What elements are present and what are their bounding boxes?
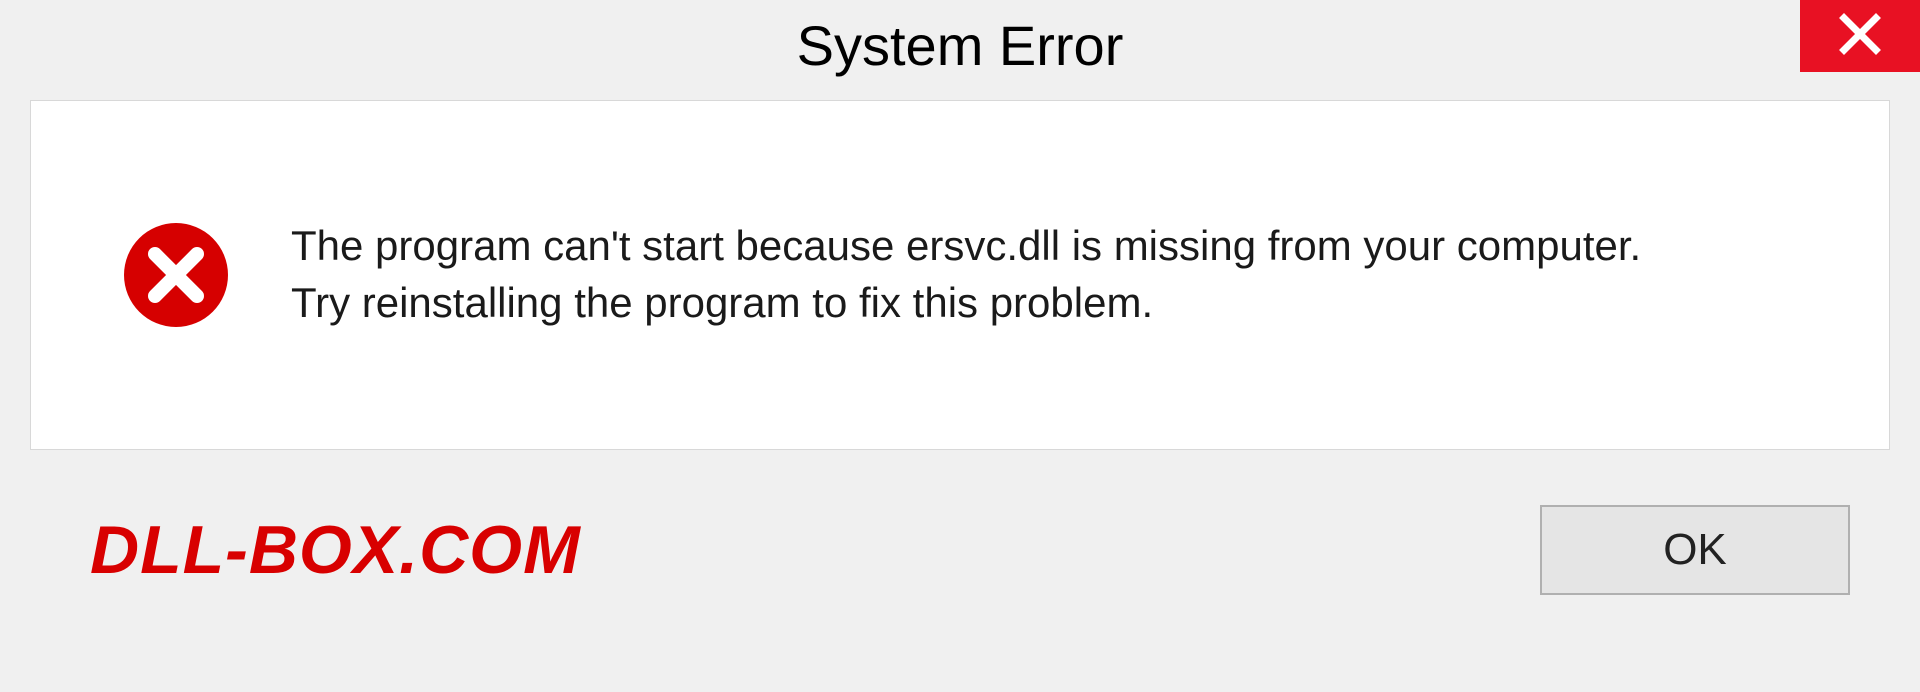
message-line-2: Try reinstalling the program to fix this… xyxy=(291,275,1641,332)
error-icon xyxy=(121,220,231,330)
dialog-title: System Error xyxy=(797,13,1124,78)
message-line-1: The program can't start because ersvc.dl… xyxy=(291,218,1641,275)
dialog-footer: DLL-BOX.COM OK xyxy=(30,450,1890,650)
close-button[interactable] xyxy=(1800,0,1920,72)
close-icon xyxy=(1838,12,1882,61)
title-bar: System Error xyxy=(0,0,1920,90)
message-panel: The program can't start because ersvc.dl… xyxy=(30,100,1890,450)
watermark-text: DLL-BOX.COM xyxy=(90,511,581,589)
error-message: The program can't start because ersvc.dl… xyxy=(291,218,1641,331)
ok-button[interactable]: OK xyxy=(1540,505,1850,595)
